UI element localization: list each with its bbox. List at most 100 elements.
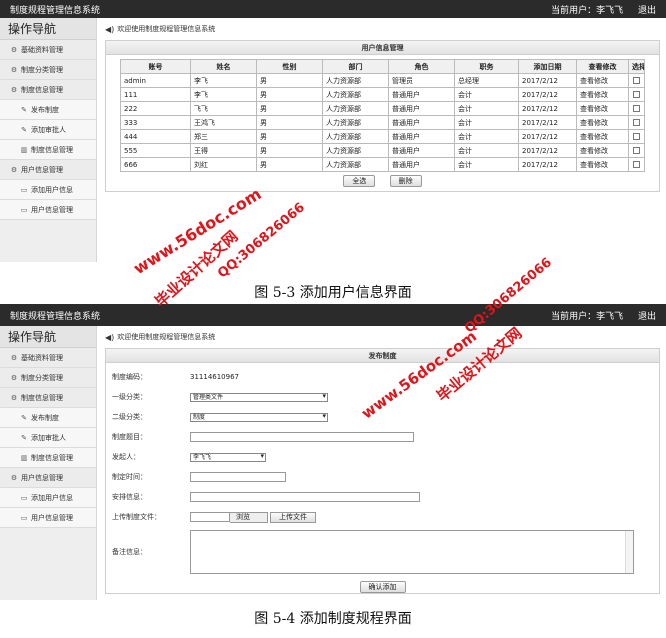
- nav-item[interactable]: ⚙ 制度分类管理: [0, 60, 96, 80]
- table-cell: 普通用户: [388, 101, 455, 116]
- view-edit-link[interactable]: 查看修改: [576, 115, 629, 130]
- row-checkbox[interactable]: [633, 77, 640, 84]
- nav-item[interactable]: ⚙ 制度信息管理: [0, 80, 96, 100]
- select-cell: [628, 157, 645, 172]
- row-checkbox[interactable]: [633, 147, 640, 154]
- table-cell: 人力资源部: [322, 143, 389, 158]
- table-row: 222 飞飞男人力资源部 普通用户 会计 2017/2/12 查看修改: [120, 101, 645, 116]
- nav-item[interactable]: ⚙ 用户信息管理: [0, 160, 96, 180]
- figure-caption-1: 图 5-3 添加用户信息界面: [254, 285, 412, 301]
- view-edit-link[interactable]: 查看修改: [576, 157, 629, 172]
- nav-item[interactable]: ⚙ 基础资料管理: [0, 348, 96, 368]
- table-cell: 会计: [454, 143, 519, 158]
- nav-item[interactable]: ✎ 发布制度: [0, 408, 96, 428]
- nav-item[interactable]: ▭ 用户信息管理: [0, 508, 96, 528]
- delete-button[interactable]: 删除: [389, 175, 422, 187]
- upload-button[interactable]: 上传文件: [270, 511, 316, 523]
- nav-item-label: 基础资料管理: [21, 353, 63, 362]
- row-checkbox[interactable]: [633, 161, 640, 168]
- table-cell: 男: [256, 143, 323, 158]
- column-header: 选择: [628, 59, 645, 74]
- nav-item[interactable]: ⚙ 基础资料管理: [0, 40, 96, 60]
- file-input[interactable]: [190, 512, 230, 522]
- column-header: 性别: [256, 59, 323, 74]
- note-textarea[interactable]: [190, 530, 634, 574]
- select-cell: [628, 115, 645, 130]
- browse-button[interactable]: 浏览: [230, 511, 268, 523]
- logout-link[interactable]: 退出: [638, 6, 656, 16]
- title-label: 制度题目：: [112, 433, 147, 441]
- nav-item[interactable]: ⚙ 制度信息管理: [0, 388, 96, 408]
- nav-item[interactable]: ▭ 添加用户信息: [0, 488, 96, 508]
- panel-title: 用户信息管理: [106, 41, 659, 55]
- table-cell: 总经理: [454, 73, 519, 88]
- main-content: ◀) 欢迎使用制度规程管理信息系统 发布制度 制度编码： 31114610967…: [97, 326, 666, 600]
- nav-item[interactable]: ⚙ 制度分类管理: [0, 368, 96, 388]
- category1-label: 一级分类：: [112, 393, 147, 401]
- document-icon: ▭: [20, 185, 28, 194]
- wrench-icon: ✎: [21, 125, 27, 134]
- arrange-input[interactable]: [190, 492, 420, 502]
- current-user: 当前用户：李飞飞: [551, 5, 624, 16]
- view-edit-link[interactable]: 查看修改: [576, 143, 629, 158]
- publish-form: 制度编码： 31114610967 一级分类： 管理类文件 二级分类： 制度 制…: [106, 363, 659, 597]
- user-management-screen: 制度规程管理信息系统 当前用户：李飞飞 退出 操作导航 ⚙ 基础资料管理 ⚙ 制度分类…: [0, 0, 666, 262]
- wrench-icon: ✎: [21, 433, 27, 442]
- select-all-button[interactable]: 全选: [343, 175, 376, 187]
- nav-item-label: 添加审批人: [31, 125, 66, 134]
- row-checkbox[interactable]: [633, 91, 640, 98]
- category2-select[interactable]: 制度: [190, 412, 328, 422]
- nav-item[interactable]: ⚙ 用户信息管理: [0, 468, 96, 488]
- table-cell: 男: [256, 115, 323, 130]
- welcome-text: 欢迎使用制度规程管理信息系统: [117, 25, 216, 33]
- nav-item[interactable]: ✎ 发布制度: [0, 100, 96, 120]
- arrange-label: 安排信息：: [112, 493, 147, 501]
- view-edit-link[interactable]: 查看修改: [576, 87, 629, 102]
- title-input[interactable]: [190, 432, 414, 442]
- confirm-add-button[interactable]: 确认添加: [359, 581, 406, 593]
- view-edit-link[interactable]: 查看修改: [576, 73, 629, 88]
- time-label: 制定时间：: [112, 473, 147, 481]
- view-edit-link[interactable]: 查看修改: [576, 129, 629, 144]
- nav-item[interactable]: ▥ 制度信息管理: [0, 448, 96, 468]
- nav-item[interactable]: ▭ 用户信息管理: [0, 200, 96, 220]
- gear-icon: ⚙: [10, 473, 18, 482]
- user-panel: 用户信息管理 账号姓名性别部门角色职务添加日期查看修改选择 admin李飞男人力…: [105, 40, 660, 192]
- nav-item[interactable]: ▥ 制度信息管理: [0, 140, 96, 160]
- table-cell: 2017/2/12: [518, 101, 577, 116]
- table-cell: 2017/2/12: [518, 129, 577, 144]
- speaker-icon: ◀): [105, 332, 115, 342]
- logout-link[interactable]: 退出: [638, 312, 656, 322]
- textarea-scrollbar[interactable]: [625, 531, 633, 573]
- sidebar: 操作导航 ⚙ 基础资料管理 ⚙ 制度分类管理 ⚙ 制度信息管理 ✎ 发布制度 ✎ 添加审批人 ▥ 制度…: [0, 326, 97, 600]
- nav-item[interactable]: ✎ 添加审批人: [0, 428, 96, 448]
- table-cell: 普通用户: [388, 157, 455, 172]
- table-cell: 普通用户: [388, 115, 455, 130]
- table-cell: 普通用户: [388, 87, 455, 102]
- table-cell: 会计: [454, 129, 519, 144]
- time-input[interactable]: [190, 472, 286, 482]
- publisher-select[interactable]: 李飞飞: [190, 452, 266, 462]
- current-user: 当前用户：李飞飞: [551, 311, 624, 322]
- user-table: 账号姓名性别部门角色职务添加日期查看修改选择 admin李飞男人力资源部管理员总…: [120, 59, 645, 172]
- nav-title: 操作导航: [0, 18, 96, 40]
- nav-item[interactable]: ✎ 添加审批人: [0, 120, 96, 140]
- panel-title: 发布制度: [106, 349, 659, 363]
- row-checkbox[interactable]: [633, 105, 640, 112]
- nav-item-label: 添加用户信息: [31, 185, 73, 194]
- row-checkbox[interactable]: [633, 133, 640, 140]
- welcome-text: 欢迎使用制度规程管理信息系统: [117, 333, 216, 341]
- nav-item-label: 发布制度: [31, 413, 59, 422]
- row-checkbox[interactable]: [633, 119, 640, 126]
- figure-caption-2: 图 5-4 添加制度规程界面: [254, 611, 412, 627]
- table-cell: 人力资源部: [322, 73, 389, 88]
- table-cell: 555: [120, 143, 191, 158]
- nav-item-label: 添加用户信息: [31, 493, 73, 502]
- table-row: 444 郑三男人力资源部 普通用户 会计 2017/2/12 查看修改: [120, 129, 645, 144]
- table-cell: 人力资源部: [322, 129, 389, 144]
- nav-item[interactable]: ▭ 添加用户信息: [0, 180, 96, 200]
- table-cell: 666: [120, 157, 191, 172]
- view-edit-link[interactable]: 查看修改: [576, 101, 629, 116]
- table-cell: 刘红: [190, 157, 257, 172]
- category1-select[interactable]: 管理类文件: [190, 392, 328, 402]
